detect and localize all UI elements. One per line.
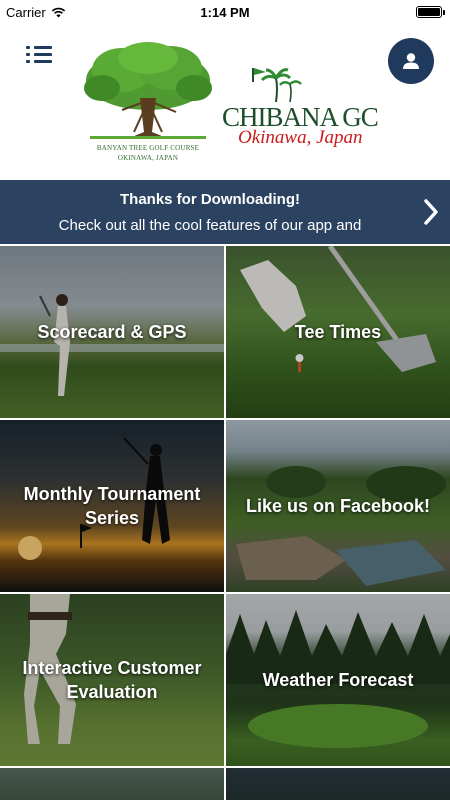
tile-scorecard-gps[interactable]: Scorecard & GPS [0, 246, 224, 418]
tile-tee-times[interactable]: Tee Times [226, 246, 450, 418]
banner-title: Thanks for Downloading! [120, 191, 300, 208]
banyan-caption-line1: BANYAN TREE GOLF COURSE [96, 144, 200, 152]
user-icon [403, 53, 419, 69]
tile-label: Like us on Facebook! [245, 496, 431, 516]
status-left: Carrier [6, 5, 66, 20]
wifi-icon [51, 7, 65, 17]
chibana-subline: Okinawa, Japan [238, 127, 363, 148]
tile-label: Tee Times [294, 322, 382, 342]
welcome-banner[interactable]: Thanks for Downloading! Check out all th… [0, 180, 450, 244]
tile-label: Interactive Customer Evaluation [22, 658, 202, 702]
tile-label: Scorecard & GPS [37, 322, 187, 342]
banyan-tree-logo: BANYAN TREE GOLF COURSE OKINAWA, JAPAN [82, 40, 214, 168]
tile-interactive-customer-evaluation[interactable]: Interactive Customer Evaluation [0, 594, 224, 766]
app-header: BANYAN TREE GOLF COURSE OKINAWA, JAPAN C… [0, 24, 450, 180]
battery-fill [418, 8, 440, 16]
chevron-right-icon[interactable] [422, 198, 440, 226]
tile-weather-forecast[interactable]: Weather Forecast [226, 594, 450, 766]
banyan-tree-icon [84, 42, 212, 139]
status-time: 1:14 PM [200, 4, 250, 20]
menu-button[interactable] [26, 44, 52, 66]
tile-label: Monthly Tournament Series [23, 484, 201, 528]
tile-partial-left[interactable] [0, 768, 224, 800]
tile-like-facebook[interactable]: Like us on Facebook! [226, 420, 450, 592]
tile-monthly-tournament-series[interactable]: Monthly Tournament Series [0, 420, 224, 592]
palm-tree-icon [252, 68, 302, 103]
feature-grid: Scorecard & GPS Tee Times Monthly Tourna… [0, 246, 450, 800]
tile-label: Weather Forecast [262, 670, 414, 690]
carrier-label: Carrier [6, 4, 46, 20]
banner-text: Check out all the cool features of our a… [58, 217, 362, 234]
tile-partial-right[interactable] [226, 768, 450, 800]
banyan-caption-line2: OKINAWA, JAPAN [117, 154, 179, 162]
status-bar: Carrier 1:14 PM [0, 0, 450, 24]
chibana-gc-logo: CHIBANA GC Okinawa, Japan [222, 66, 380, 156]
profile-button[interactable] [388, 38, 434, 84]
battery-icon [416, 6, 445, 18]
